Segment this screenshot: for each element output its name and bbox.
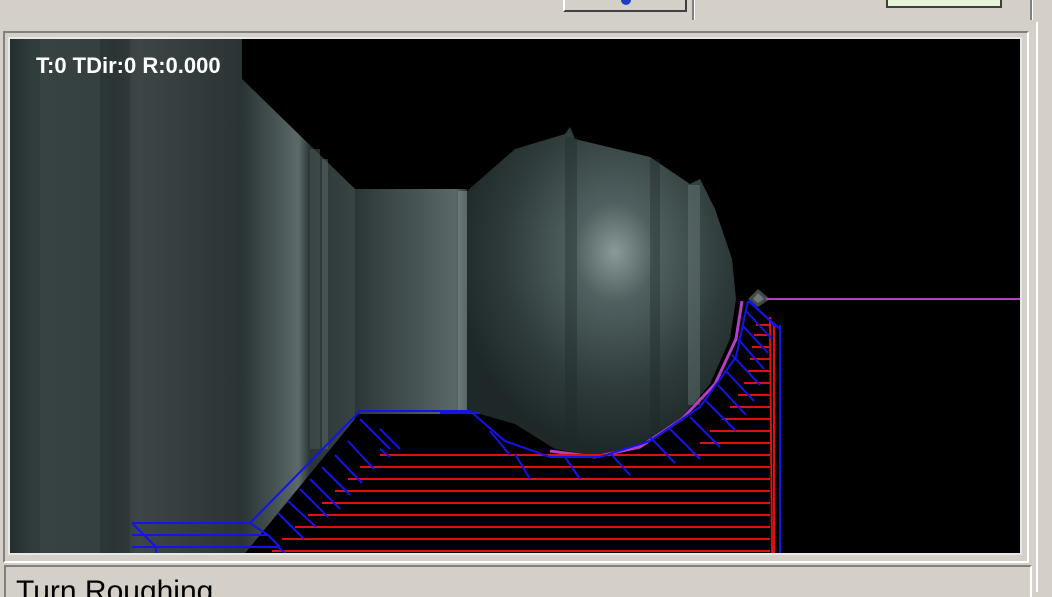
toolbar-separator xyxy=(1030,0,1033,20)
tool-readout: T:0 TDir:0 R:0.000 xyxy=(36,53,221,78)
neck-section xyxy=(355,189,467,414)
toolbar-button-icon xyxy=(621,0,631,5)
operation-status-bar: Turn Roughing xyxy=(4,565,1032,597)
toolbar-separator xyxy=(692,0,695,20)
top-toolbar xyxy=(0,0,1052,24)
operation-label: Turn Roughing xyxy=(16,575,214,597)
right-scroll-edge[interactable] xyxy=(1036,22,1052,592)
toolbar-value-field[interactable] xyxy=(886,0,1002,8)
simulation-viewport[interactable]: T:0 TDir:0 R:0.000 xyxy=(8,37,1022,555)
toolbar-button[interactable] xyxy=(563,0,687,12)
simulation-scene xyxy=(10,39,1020,553)
